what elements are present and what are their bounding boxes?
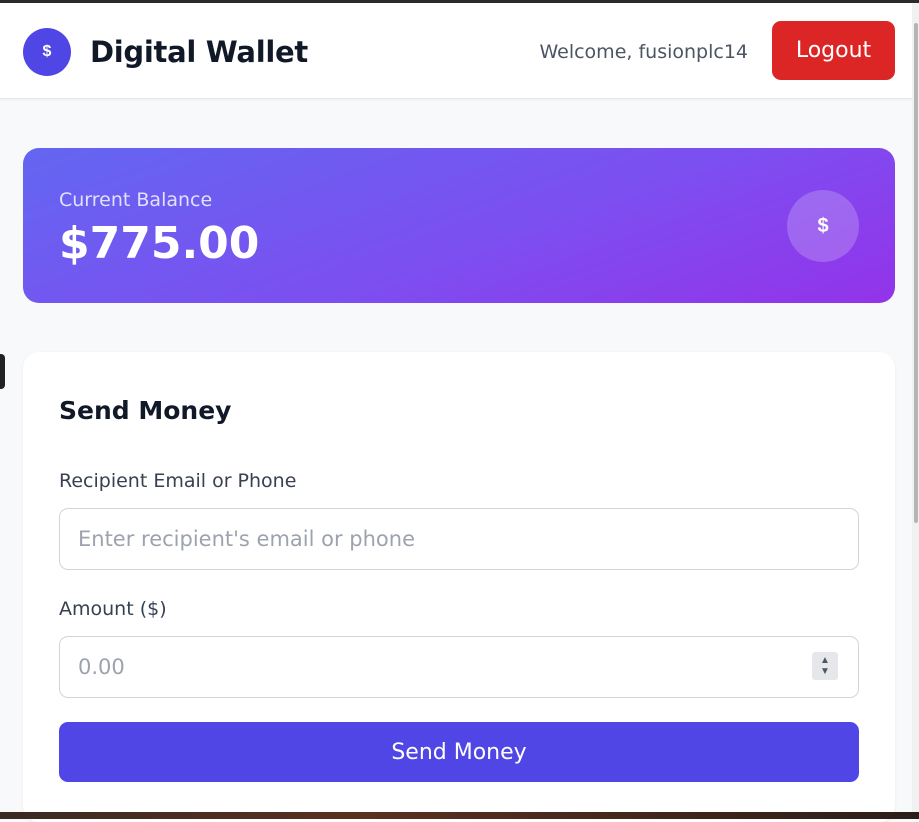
stepper-arrows-icon[interactable]: ▲ ▼ [812,652,838,680]
chevron-up-icon[interactable]: ▲ [820,655,830,666]
amount-input[interactable] [59,636,859,698]
welcome-text: Welcome, fusionplc14 [539,41,748,63]
balance-amount: $775.00 [59,218,260,269]
bottom-edge [0,812,919,819]
dollar-icon: $ [787,190,859,262]
chevron-down-icon[interactable]: ▼ [820,666,830,677]
recipient-input[interactable] [59,508,859,570]
balance-label: Current Balance [59,189,213,211]
send-money-card: Send Money Recipient Email or Phone Amou… [23,352,895,822]
logo-symbol: $ [42,43,52,60]
recipient-label: Recipient Email or Phone [59,470,297,492]
app-title: Digital Wallet [90,35,308,69]
app-header: $ Digital Wallet Welcome, fusionplc14 Lo… [0,3,912,99]
page-scrollbar[interactable] [912,3,919,819]
balance-card: Current Balance $775.00 $ [23,148,895,303]
logout-button[interactable]: Logout [772,21,895,80]
amount-label: Amount ($) [59,598,167,620]
side-handle[interactable] [0,354,5,389]
scrollbar-thumb[interactable] [914,23,918,523]
dollar-icon: $ [23,28,71,76]
send-money-button[interactable]: Send Money [59,722,859,782]
balance-icon-symbol: $ [817,214,829,237]
send-money-title: Send Money [59,396,232,425]
